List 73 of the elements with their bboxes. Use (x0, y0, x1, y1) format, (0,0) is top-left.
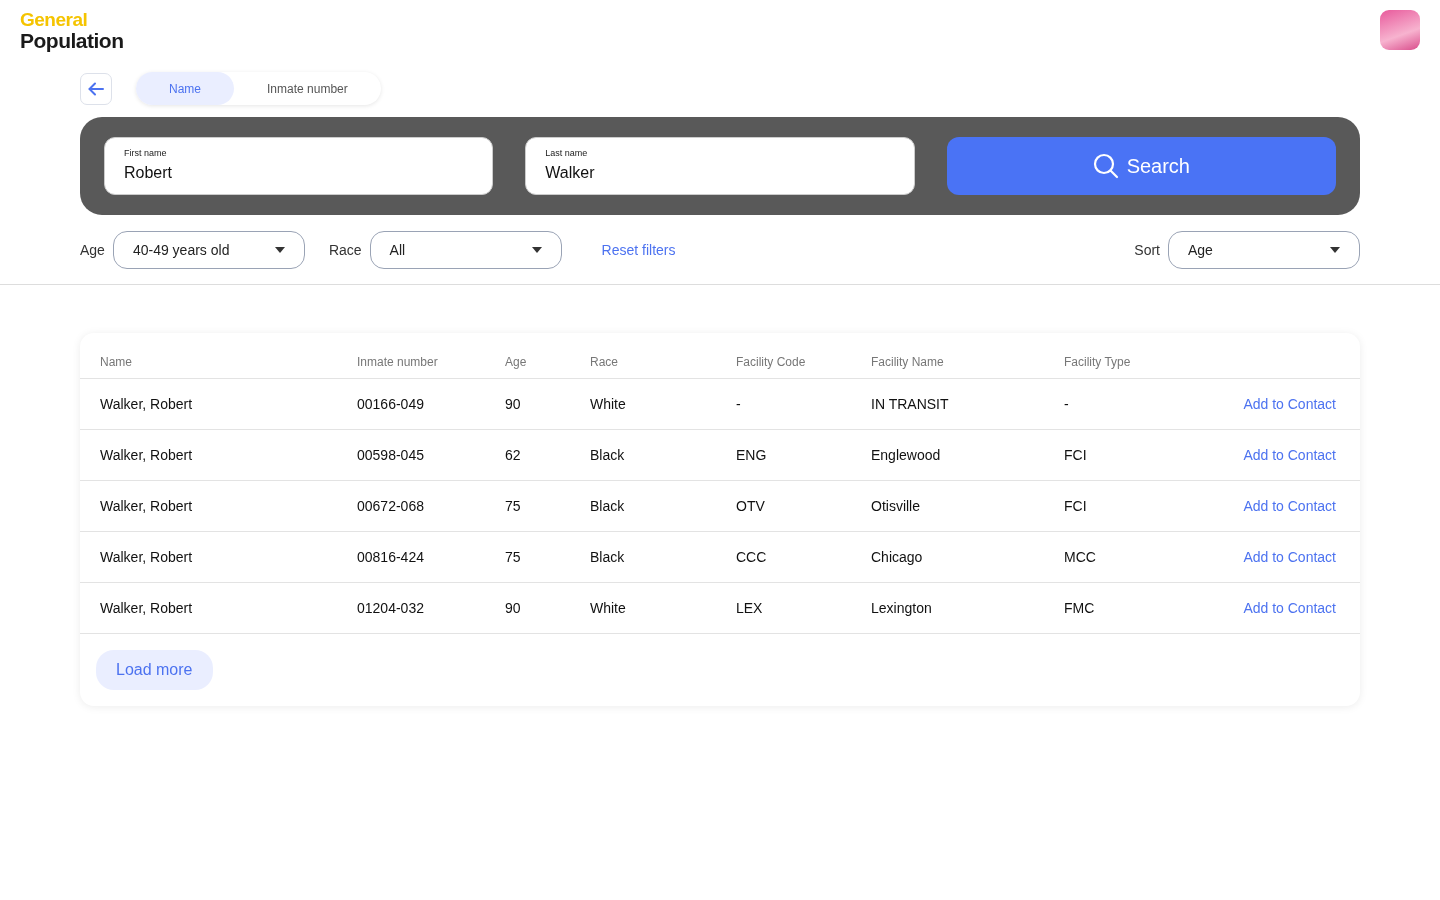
table-cell: Walker, Robert (80, 531, 357, 583)
column-header: Inmate number (357, 333, 505, 379)
filter-label: Race (328, 240, 362, 260)
logo-text: General (20, 10, 89, 30)
table-cell: CCC (736, 531, 871, 583)
table-cell: 00598-045 (357, 429, 505, 481)
table-cell: - (1064, 378, 1172, 430)
table-cell: Walker, Robert (80, 480, 357, 532)
load-more-button[interactable]: Load more (96, 650, 213, 690)
add-to-contact-link[interactable]: Add to Contact (1243, 497, 1336, 514)
column-header: Race (590, 333, 736, 379)
table-cell: Black (590, 531, 736, 583)
table-cell: White (590, 378, 736, 430)
table-cell: 90 (505, 582, 590, 634)
column-header: Facility Code (736, 333, 871, 379)
column-header: Age (505, 333, 590, 379)
table-cell: 00816-424 (357, 531, 505, 583)
table-cell: Englewood (871, 429, 1064, 481)
add-to-contact-link[interactable]: Add to Contact (1243, 548, 1336, 565)
table-cell: FCI (1064, 429, 1172, 481)
table-cell: ENG (736, 429, 871, 481)
caret-down-icon (531, 247, 542, 253)
add-to-contact-link[interactable]: Add to Contact (1243, 446, 1336, 463)
arrow-left-icon (88, 81, 104, 96)
search-button[interactable]: Search (946, 137, 1336, 195)
field-label: First name (124, 147, 168, 160)
column-header: Facility Name (871, 333, 1064, 379)
column-header: Facility Type (1064, 333, 1172, 379)
table-cell: MCC (1064, 531, 1172, 583)
search-icon (1092, 153, 1119, 179)
caret-down-icon (1330, 247, 1340, 253)
column-header: Name (80, 333, 357, 379)
table-cell: Black (590, 480, 736, 532)
table-cell: Walker, Robert (80, 378, 357, 430)
field-label: Last name (545, 147, 589, 160)
search-mode-tab[interactable]: Inmate number (234, 72, 381, 105)
table-cell: White (590, 582, 736, 634)
table-cell: 75 (505, 531, 590, 583)
add-to-contact-link[interactable]: Add to Contact (1243, 395, 1336, 412)
text-field[interactable]: Last name Walker (525, 137, 915, 195)
search-mode-tab[interactable]: Name (136, 72, 234, 105)
filter-label: Age (80, 240, 105, 260)
table-cell: 75 (505, 480, 590, 532)
input-field[interactable]: Robert (124, 160, 474, 185)
table-cell: 00672-068 (357, 480, 505, 532)
table-cell: FMC (1064, 582, 1172, 634)
filter-label: Sort (1134, 240, 1160, 260)
reset-filters-link[interactable]: Reset filters (601, 239, 676, 261)
table-cell: 90 (505, 378, 590, 430)
table-cell: IN TRANSIT (871, 378, 1064, 430)
input-field[interactable]: Walker (545, 160, 895, 185)
table-cell: Lexington (871, 582, 1064, 634)
back-button[interactable] (80, 72, 112, 105)
table-cell: - (736, 378, 871, 430)
sort-dropdown[interactable]: Age (1168, 231, 1360, 269)
table-cell: 00166-049 (357, 378, 505, 430)
table-cell: Walker, Robert (80, 429, 357, 481)
caret-down-icon (274, 247, 285, 253)
table-cell: Chicago (871, 531, 1064, 583)
table-cell: Black (590, 429, 736, 481)
table-cell: Walker, Robert (80, 582, 357, 634)
table-cell: 01204-032 (357, 582, 505, 634)
table-cell: 62 (505, 429, 590, 481)
avatar[interactable] (1380, 10, 1420, 50)
filter-dropdown[interactable]: 40-49 years old (112, 231, 305, 269)
text-field[interactable]: First name Robert (104, 137, 494, 195)
filter-dropdown[interactable]: All (369, 231, 562, 269)
table-cell: LEX (736, 582, 871, 634)
table-cell: Otisville (871, 480, 1064, 532)
logo-text: Population (20, 30, 124, 52)
add-to-contact-link[interactable]: Add to Contact (1243, 599, 1336, 616)
table-cell: FCI (1064, 480, 1172, 532)
table-cell: OTV (736, 480, 871, 532)
